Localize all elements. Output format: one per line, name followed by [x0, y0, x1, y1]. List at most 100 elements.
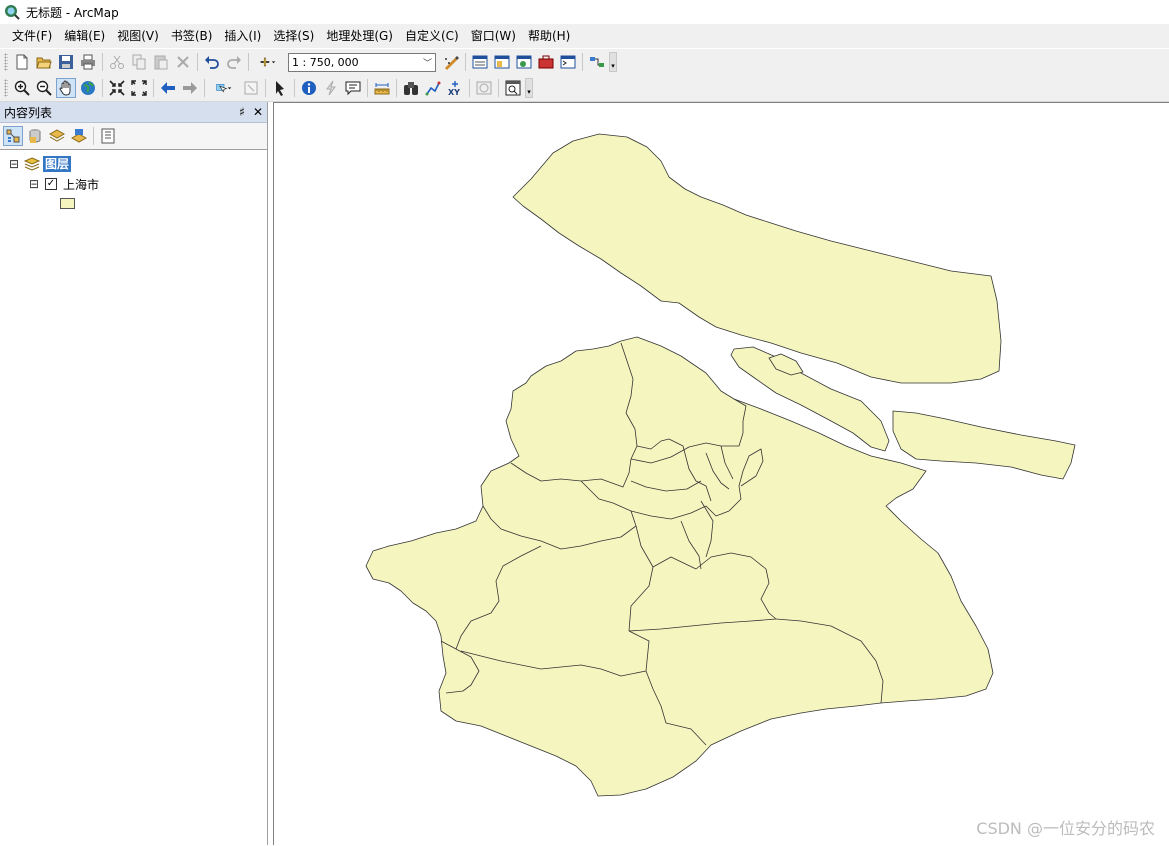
arctoolbox-button[interactable]	[536, 52, 556, 72]
menu-selection[interactable]: 选择(S)	[267, 26, 320, 46]
clear-selection-button[interactable]	[241, 78, 261, 98]
fixed-zoom-in-button[interactable]	[107, 78, 127, 98]
catalog-window-button[interactable]	[492, 52, 512, 72]
arcmap-app-icon	[5, 5, 20, 20]
clear-selection-icon	[244, 81, 258, 95]
measure-button[interactable]	[372, 78, 392, 98]
menu-customize[interactable]: 自定义(C)	[399, 26, 465, 46]
measure-icon	[374, 83, 390, 95]
create-viewer-icon	[505, 80, 521, 96]
list-by-selection-button[interactable]	[69, 126, 89, 146]
fixed-zoom-out-icon	[131, 80, 147, 96]
create-viewer-button[interactable]	[503, 78, 523, 98]
layers-root-label[interactable]: 图层	[43, 156, 72, 172]
pan-button[interactable]	[56, 78, 76, 98]
select-features-button[interactable]	[209, 78, 239, 98]
close-icon[interactable]: ✕	[253, 105, 263, 119]
copy-button[interactable]	[129, 52, 149, 72]
go-to-xy-button[interactable]: XY	[445, 78, 465, 98]
identify-icon	[302, 81, 316, 95]
full-extent-button[interactable]	[78, 78, 98, 98]
menu-insert[interactable]: 插入(I)	[218, 26, 267, 46]
toolbar-separator	[367, 79, 368, 97]
model-builder-icon	[590, 57, 604, 67]
zoom-out-button[interactable]	[34, 78, 54, 98]
toolbar-overflow-button[interactable]: ▾	[609, 52, 617, 72]
zoom-out-icon	[36, 80, 52, 96]
save-icon	[59, 55, 73, 69]
toc-layer-row[interactable]: ⊟ ✓ 上海市	[28, 175, 99, 193]
undo-icon	[205, 56, 219, 69]
python-icon	[560, 55, 576, 69]
toc-symbol-row[interactable]	[60, 194, 75, 212]
map-view[interactable]: CSDN @一位安分的码农	[273, 102, 1169, 845]
toolbar-grip[interactable]	[4, 79, 8, 97]
list-by-visibility-button[interactable]	[47, 126, 67, 146]
identify-button[interactable]	[299, 78, 319, 98]
add-data-button[interactable]	[253, 52, 283, 72]
save-button[interactable]	[56, 52, 76, 72]
table-of-contents-button[interactable]	[470, 52, 490, 72]
toolbar-grip[interactable]	[4, 53, 8, 71]
find-route-button[interactable]	[423, 78, 443, 98]
menu-windows[interactable]: 窗口(W)	[465, 26, 522, 46]
select-elements-icon	[276, 81, 284, 96]
undo-button[interactable]	[202, 52, 222, 72]
search-window-icon	[516, 55, 532, 69]
csdn-watermark: CSDN @一位安分的码农	[976, 819, 1155, 838]
cut-icon	[110, 55, 124, 69]
mainland-outline[interactable]	[365, 336, 994, 797]
back-extent-button[interactable]	[158, 78, 178, 98]
paste-button[interactable]	[151, 52, 171, 72]
hyperlink-icon	[326, 80, 336, 96]
menu-edit[interactable]: 编辑(E)	[58, 26, 111, 46]
fixed-zoom-out-button[interactable]	[129, 78, 149, 98]
forward-extent-button[interactable]	[180, 78, 200, 98]
toolbar-overflow-button[interactable]: ▾	[525, 78, 533, 98]
python-window-button[interactable]	[558, 52, 578, 72]
model-builder-button[interactable]	[587, 52, 607, 72]
pin-icon[interactable]: ♯	[239, 105, 245, 119]
menu-bookmarks[interactable]: 书签(B)	[165, 26, 219, 46]
window-title: 无标题 - ArcMap	[26, 5, 119, 20]
toolbar-separator	[102, 53, 103, 71]
html-popup-button[interactable]	[343, 78, 363, 98]
time-slider-button[interactable]	[474, 78, 494, 98]
menu-file[interactable]: 文件(F)	[6, 26, 58, 46]
toc-options-button[interactable]	[98, 126, 118, 146]
layer-name[interactable]: 上海市	[63, 176, 99, 193]
cut-button[interactable]	[107, 52, 127, 72]
delete-button[interactable]	[173, 52, 193, 72]
print-icon	[81, 54, 95, 70]
new-document-icon	[16, 54, 28, 70]
map-canvas[interactable]	[274, 103, 1169, 846]
select-elements-button[interactable]	[270, 78, 290, 98]
map-scale-combo[interactable]: 1 : 750, 000 ﹀	[288, 52, 436, 72]
menu-geoprocessing[interactable]: 地理处理(G)	[320, 26, 399, 46]
list-by-drawing-order-button[interactable]	[3, 126, 23, 146]
redo-button[interactable]	[224, 52, 244, 72]
layer-symbol-swatch[interactable]	[60, 197, 75, 209]
toc-root-row[interactable]: ⊟ 图层	[8, 155, 72, 173]
select-features-icon	[216, 84, 232, 93]
open-button[interactable]	[34, 52, 54, 72]
collapse-toggle[interactable]: ⊟	[8, 158, 20, 170]
district-chongming[interactable]	[512, 133, 1002, 384]
menu-view[interactable]: 视图(V)	[111, 26, 165, 46]
list-by-source-button[interactable]	[25, 126, 45, 146]
new-document-button[interactable]	[12, 52, 32, 72]
hyperlink-button[interactable]	[321, 78, 341, 98]
pan-icon	[59, 80, 71, 96]
print-button[interactable]	[78, 52, 98, 72]
menu-help[interactable]: 帮助(H)	[522, 26, 576, 46]
find-button[interactable]	[401, 78, 421, 98]
editor-toolbar-button[interactable]	[441, 52, 461, 72]
zoom-in-button[interactable]	[12, 78, 32, 98]
add-data-icon	[260, 57, 276, 67]
paste-icon	[154, 55, 168, 70]
toolbar-separator	[197, 53, 198, 71]
search-window-button[interactable]	[514, 52, 534, 72]
collapse-toggle[interactable]: ⊟	[28, 178, 40, 190]
layer-visibility-checkbox[interactable]: ✓	[45, 178, 57, 190]
toc-header: 内容列表 ♯ ✕	[0, 102, 267, 123]
